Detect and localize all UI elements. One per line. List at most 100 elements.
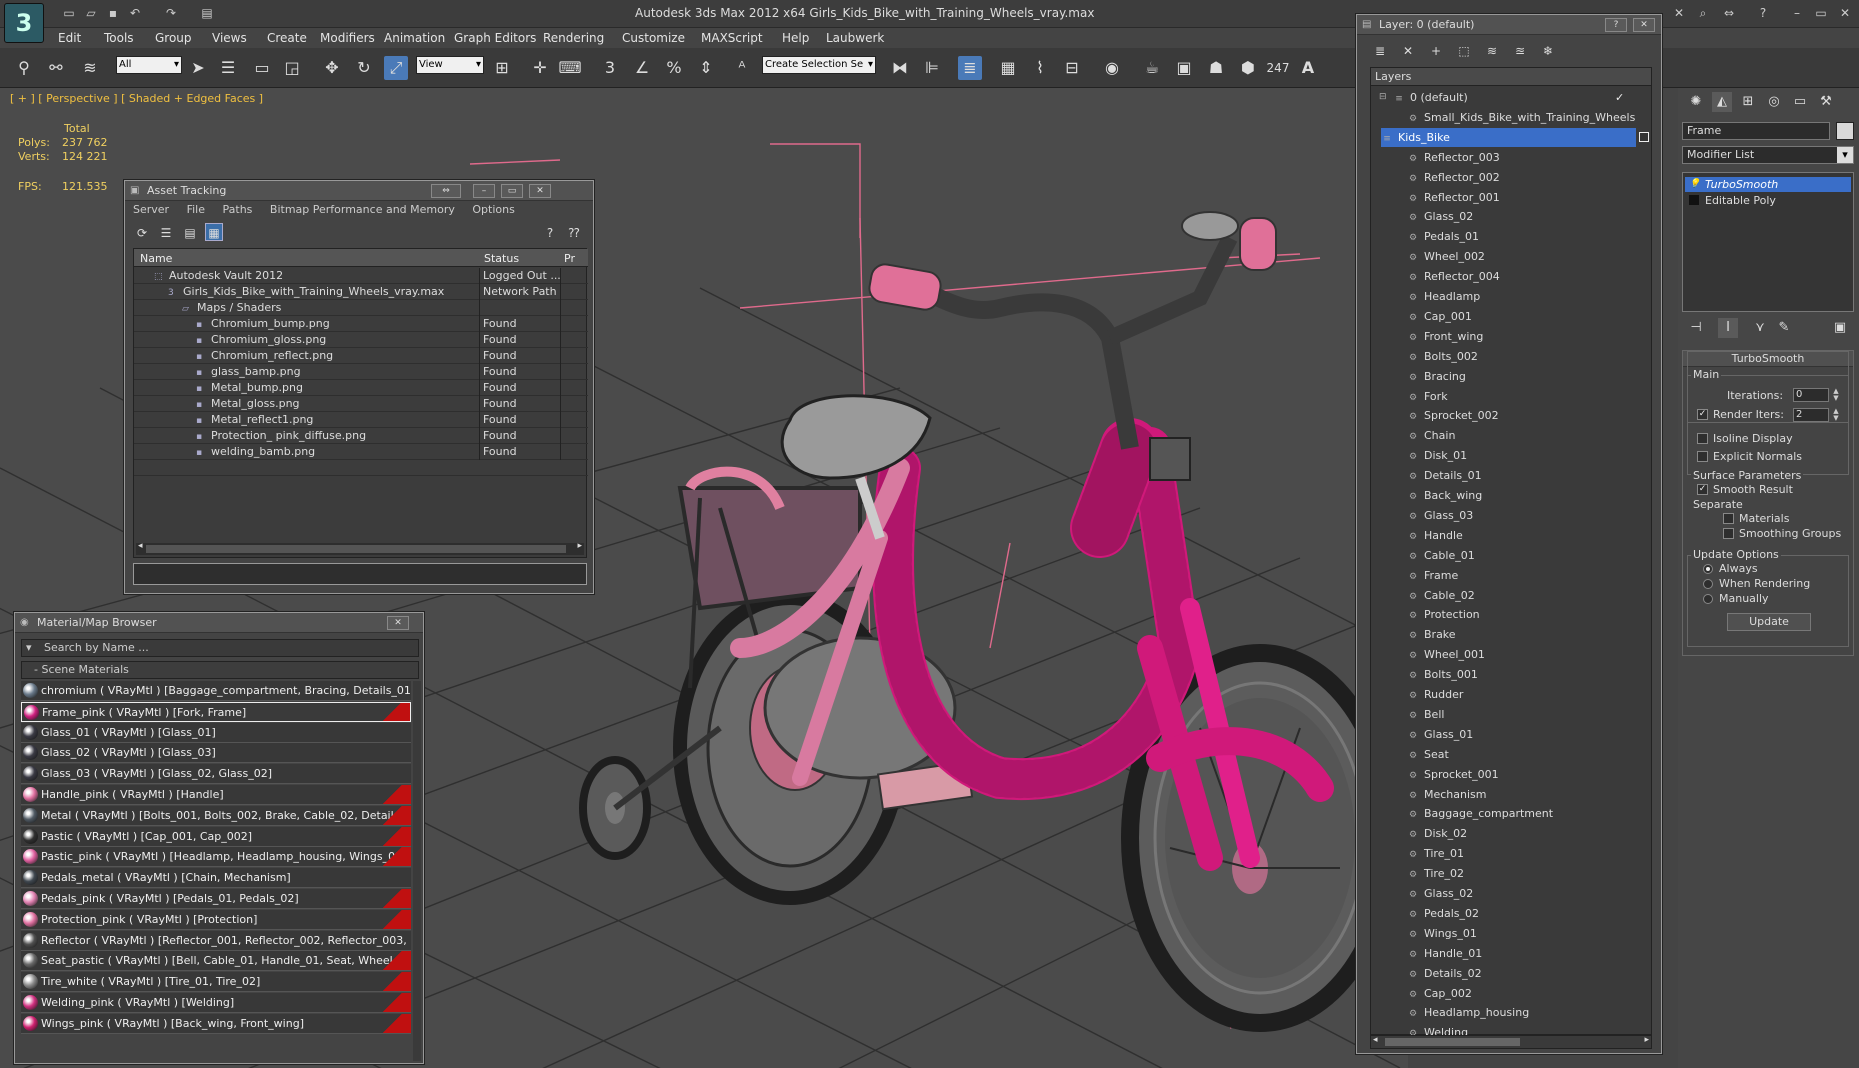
lightbulb-icon[interactable]: 💡 bbox=[1689, 179, 1700, 189]
tools-icon[interactable]: ✕ bbox=[1672, 6, 1686, 20]
layer-object-item[interactable]: ⚙ Reflector_001 bbox=[1407, 188, 1500, 207]
layer-object-item[interactable]: ⚙ Cap_002 bbox=[1407, 984, 1472, 1003]
layers-column-header[interactable]: Layers bbox=[1371, 68, 1651, 86]
add-to-layer-icon[interactable]: + bbox=[1427, 41, 1445, 59]
context-help-icon[interactable]: ⁇ bbox=[565, 223, 583, 241]
asset-row[interactable]: ▪ Protection_ pink_diffuse.png Found bbox=[134, 428, 588, 444]
angle-snap-icon[interactable]: ∠ bbox=[630, 56, 654, 80]
material-item[interactable]: Pedals_pink ( VRayMtl ) [Pedals_01, Peda… bbox=[21, 889, 411, 909]
configure-sets-icon[interactable]: ▣ bbox=[1830, 318, 1850, 338]
layer-object-item[interactable]: ⚙ Bracing bbox=[1407, 367, 1466, 386]
save-icon[interactable]: ▪ bbox=[106, 6, 120, 20]
asset-row[interactable]: ▱ Maps / Shaders bbox=[134, 300, 588, 316]
search-icon[interactable]: ⌕ bbox=[1696, 6, 1710, 20]
app-logo-icon[interactable]: 3 bbox=[4, 3, 44, 43]
material-item[interactable]: Metal ( VRayMtl ) [Bolts_001, Bolts_002,… bbox=[21, 805, 411, 826]
asset-tracking-titlebar[interactable]: ▣ Asset Tracking ⇔ – ▭ ✕ bbox=[125, 181, 593, 201]
asset-row[interactable]: ▪ Metal_bump.png Found bbox=[134, 380, 588, 396]
menu-modifiers[interactable]: Modifiers bbox=[320, 31, 375, 45]
layer-object-item[interactable]: ⚙ Headlamp bbox=[1407, 287, 1480, 306]
layer-object-item[interactable]: ⚙ Small_Kids_Bike_with_Training_Wheels bbox=[1407, 108, 1635, 127]
asset-menu-server[interactable]: Server bbox=[133, 203, 169, 216]
redo-icon[interactable]: ↷ bbox=[164, 6, 178, 20]
layer-object-item[interactable]: ⚙ Sprocket_002 bbox=[1407, 406, 1499, 425]
layer-object-item[interactable]: ⚙ Chain bbox=[1407, 426, 1455, 445]
stack-item-turbosmooth[interactable]: 💡 TurboSmooth bbox=[1685, 177, 1851, 192]
object-color-swatch[interactable] bbox=[1836, 122, 1854, 140]
object-name-field[interactable]: Frame bbox=[1682, 122, 1830, 140]
layer-object-item[interactable]: ⚙ Tire_02 bbox=[1407, 864, 1464, 883]
menu-maxscript[interactable]: MAXScript bbox=[701, 31, 763, 45]
materials-checkbox[interactable] bbox=[1723, 513, 1734, 524]
align-icon[interactable]: ⊫ bbox=[920, 56, 944, 80]
material-item[interactable]: Frame_pink ( VRayMtl ) [Fork, Frame] bbox=[21, 701, 411, 722]
menu-tools[interactable]: Tools bbox=[104, 31, 134, 45]
pin-stack-icon[interactable]: ⊣ bbox=[1686, 318, 1706, 338]
asset-row[interactable]: 3 Girls_Kids_Bike_with_Training_Wheels_vr… bbox=[134, 284, 588, 300]
material-item[interactable]: Wings_pink ( VRayMtl ) [Back_wing, Front… bbox=[21, 1013, 411, 1034]
material-item[interactable]: Welding_pink ( VRayMtl ) [Welding] bbox=[21, 993, 411, 1013]
asset-menu-options[interactable]: Options bbox=[472, 203, 514, 216]
select-manipulate-icon[interactable]: ✛ bbox=[528, 56, 552, 80]
hierarchy-tab-icon[interactable]: ⊞ bbox=[1738, 92, 1758, 112]
menu-customize[interactable]: Customize bbox=[622, 31, 685, 45]
update-button[interactable]: Update bbox=[1727, 613, 1811, 631]
layer-scroll-left-icon[interactable]: ◂ bbox=[1373, 1035, 1378, 1045]
rendered-frame-icon[interactable]: ▣ bbox=[1172, 56, 1196, 80]
column-name[interactable]: Name bbox=[140, 252, 172, 265]
asset-menu-paths[interactable]: Paths bbox=[223, 203, 253, 216]
material-editor-icon[interactable]: ◉ bbox=[1100, 56, 1124, 80]
motion-tab-icon[interactable]: ◎ bbox=[1764, 92, 1784, 112]
layer-object-item[interactable]: ⚙ Handle bbox=[1407, 526, 1463, 545]
window-crossing-icon[interactable]: ◲ bbox=[280, 56, 304, 80]
table-view-icon[interactable]: ▦ bbox=[205, 223, 223, 241]
counter-badge[interactable]: 247 bbox=[1266, 56, 1290, 80]
curve-editor-icon[interactable]: ⌇ bbox=[1028, 56, 1052, 80]
keyboard-shortcut-icon[interactable]: ⌨ bbox=[558, 56, 582, 80]
material-item[interactable]: Tire_white ( VRayMtl ) [Tire_01, Tire_02… bbox=[21, 972, 411, 993]
dock-icon[interactable]: ⇔ bbox=[431, 184, 461, 198]
remove-modifier-icon[interactable]: ✎ bbox=[1774, 318, 1794, 338]
rect-selection-icon[interactable]: ▭ bbox=[250, 56, 274, 80]
layer-object-item[interactable]: ⚙ Brake bbox=[1407, 625, 1456, 644]
schematic-view-icon[interactable]: ⊟ bbox=[1060, 56, 1084, 80]
refresh-icon[interactable]: ⟳ bbox=[133, 223, 151, 241]
viewport-label[interactable]: [ + ] [ Perspective ] [ Shaded + Edged F… bbox=[10, 92, 263, 105]
layer-object-item[interactable]: ⚙ Frame bbox=[1407, 566, 1458, 585]
hide-all-icon[interactable]: ≊ bbox=[1511, 41, 1529, 59]
layer-object-item[interactable]: ⚙ Details_01 bbox=[1407, 466, 1482, 485]
minimize-icon[interactable]: – bbox=[1790, 6, 1804, 20]
asset-close-icon[interactable]: ✕ bbox=[529, 184, 551, 198]
material-item[interactable]: Pedals_metal ( VRayMtl ) [Chain, Mechani… bbox=[21, 868, 411, 889]
explicit-normals-checkbox[interactable] bbox=[1697, 451, 1708, 462]
asset-row[interactable]: ▪ Chromium_bump.png Found bbox=[134, 316, 588, 332]
asset-row[interactable]: ⬚ Autodesk Vault 2012 Logged Out ... bbox=[134, 268, 588, 284]
layer-object-item[interactable]: ⚙ Mechanism bbox=[1407, 785, 1487, 804]
asset-menu-bitmap[interactable]: Bitmap Performance and Memory bbox=[270, 203, 455, 216]
menu-graph-editors[interactable]: Graph Editors bbox=[454, 31, 536, 45]
material-browser-close-icon[interactable]: ✕ bbox=[387, 616, 409, 630]
update-when-rendering-radio[interactable] bbox=[1703, 579, 1713, 589]
material-item[interactable]: Glass_01 ( VRayMtl ) [Glass_01] bbox=[21, 722, 411, 743]
unlink-icon[interactable]: ⚯ bbox=[44, 56, 68, 80]
show-end-result-icon[interactable]: Ⅰ bbox=[1718, 318, 1738, 338]
snaps-toggle-icon[interactable]: 3 bbox=[598, 56, 622, 80]
menu-group[interactable]: Group bbox=[155, 31, 192, 45]
layer-object-item[interactable]: ⚙ Baggage_compartment bbox=[1407, 804, 1553, 823]
undo-icon[interactable]: ↶ bbox=[128, 6, 142, 20]
menu-rendering[interactable]: Rendering bbox=[543, 31, 604, 45]
help-icon[interactable]: ? bbox=[1756, 6, 1770, 20]
box-icon[interactable]: ⬢ bbox=[1236, 56, 1260, 80]
set-current-layer-box-icon[interactable] bbox=[1639, 131, 1649, 142]
link-icon[interactable]: ⚲ bbox=[12, 56, 36, 80]
make-unique-icon[interactable]: ⋎ bbox=[1750, 318, 1770, 338]
asset-minimize-icon[interactable]: – bbox=[473, 184, 495, 198]
layer-scroll-thumb[interactable] bbox=[1385, 1038, 1520, 1046]
layer-manager-titlebar[interactable]: ▤ Layer: 0 (default) ? ✕ bbox=[1357, 15, 1661, 35]
material-item[interactable]: Reflector ( VRayMtl ) [Reflector_001, Re… bbox=[21, 930, 411, 951]
named-selection-dropdown[interactable]: Create Selection Se bbox=[762, 56, 876, 74]
asset-row[interactable]: ▪ Chromium_reflect.png Found bbox=[134, 348, 588, 364]
text-icon[interactable]: A bbox=[1296, 56, 1320, 80]
selection-filter-dropdown[interactable]: All bbox=[116, 56, 182, 74]
layer-object-item[interactable]: ⚙ Tire_01 bbox=[1407, 844, 1464, 863]
